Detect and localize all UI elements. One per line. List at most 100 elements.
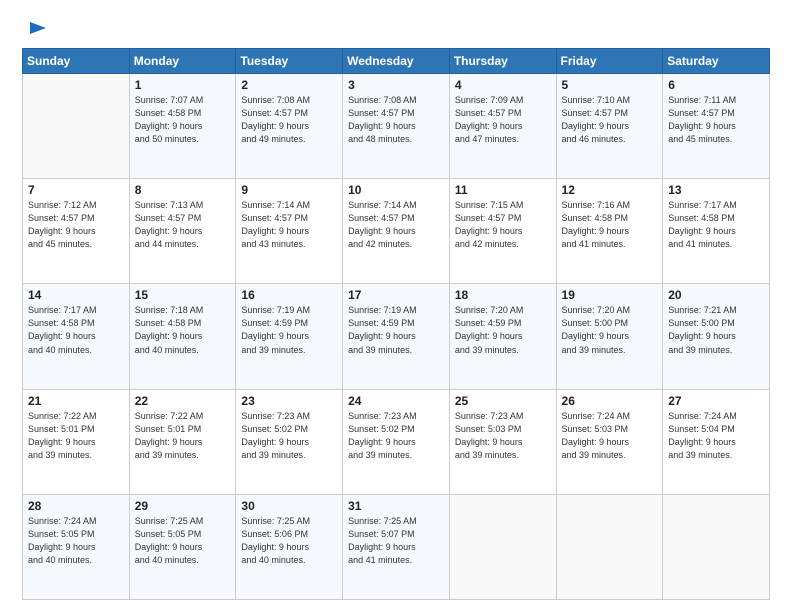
calendar-cell: 17 Sunrise: 7:19 AM Sunset: 4:59 PM Dayli… bbox=[343, 284, 450, 389]
calendar-cell: 21Sunrise: 7:22 AM Sunset: 5:01 PM Dayli… bbox=[23, 389, 130, 494]
calendar-cell: 14 Sunrise: 7:17 AM Sunset: 4:58 PM Dayli… bbox=[23, 284, 130, 389]
calendar-cell: 1Sunrise: 7:07 AM Sunset: 4:58 PM Daylig… bbox=[129, 74, 236, 179]
day-info: Sunrise: 7:22 AM Sunset: 5:01 PM Dayligh… bbox=[135, 410, 231, 462]
day-number: 22 bbox=[135, 394, 231, 408]
calendar-cell: 23Sunrise: 7:23 AM Sunset: 5:02 PM Dayli… bbox=[236, 389, 343, 494]
calendar-header-row: SundayMondayTuesdayWednesdayThursdayFrid… bbox=[23, 49, 770, 74]
calendar-week-row: 28Sunrise: 7:24 AM Sunset: 5:05 PM Dayli… bbox=[23, 494, 770, 599]
weekday-header: Wednesday bbox=[343, 49, 450, 74]
calendar-cell: 5Sunrise: 7:10 AM Sunset: 4:57 PM Daylig… bbox=[556, 74, 663, 179]
day-info: Sunrise: 7:13 AM Sunset: 4:57 PM Dayligh… bbox=[135, 199, 231, 251]
calendar-cell: 3 Sunrise: 7:08 AM Sunset: 4:57 PM Daylig… bbox=[343, 74, 450, 179]
calendar-cell: 10 Sunrise: 7:14 AM Sunset: 4:57 PM Dayli… bbox=[343, 179, 450, 284]
day-info: Sunrise: 7:19 AM Sunset: 4:59 PM Dayligh… bbox=[348, 304, 444, 356]
calendar-cell: 18 Sunrise: 7:20 AM Sunset: 4:59 PM Dayli… bbox=[449, 284, 556, 389]
day-info: Sunrise: 7:21 AM Sunset: 5:00 PM Dayligh… bbox=[668, 304, 764, 356]
calendar-cell: 22 Sunrise: 7:22 AM Sunset: 5:01 PM Dayli… bbox=[129, 389, 236, 494]
day-number: 12 bbox=[562, 183, 658, 197]
day-info: Sunrise: 7:25 AM Sunset: 5:05 PM Dayligh… bbox=[135, 515, 231, 567]
calendar-cell: 20 Sunrise: 7:21 AM Sunset: 5:00 PM Dayli… bbox=[663, 284, 770, 389]
day-info: Sunrise: 7:14 AM Sunset: 4:57 PM Dayligh… bbox=[241, 199, 337, 251]
calendar-cell: 31 Sunrise: 7:25 AM Sunset: 5:07 PM Dayli… bbox=[343, 494, 450, 599]
day-info: Sunrise: 7:24 AM Sunset: 5:04 PM Dayligh… bbox=[668, 410, 764, 462]
day-number: 11 bbox=[455, 183, 551, 197]
calendar-cell bbox=[663, 494, 770, 599]
calendar-cell bbox=[556, 494, 663, 599]
day-info: Sunrise: 7:16 AM Sunset: 4:58 PM Dayligh… bbox=[562, 199, 658, 251]
calendar-cell: 9Sunrise: 7:14 AM Sunset: 4:57 PM Daylig… bbox=[236, 179, 343, 284]
day-info: Sunrise: 7:15 AM Sunset: 4:57 PM Dayligh… bbox=[455, 199, 551, 251]
day-info: Sunrise: 7:17 AM Sunset: 4:58 PM Dayligh… bbox=[28, 304, 124, 356]
day-number: 25 bbox=[455, 394, 551, 408]
day-number: 10 bbox=[348, 183, 444, 197]
calendar-week-row: 14 Sunrise: 7:17 AM Sunset: 4:58 PM Dayli… bbox=[23, 284, 770, 389]
weekday-header: Friday bbox=[556, 49, 663, 74]
calendar-cell: 6 Sunrise: 7:11 AM Sunset: 4:57 PM Daylig… bbox=[663, 74, 770, 179]
day-number: 28 bbox=[28, 499, 124, 513]
weekday-header: Saturday bbox=[663, 49, 770, 74]
day-number: 4 bbox=[455, 78, 551, 92]
day-number: 29 bbox=[135, 499, 231, 513]
day-info: Sunrise: 7:09 AM Sunset: 4:57 PM Dayligh… bbox=[455, 94, 551, 146]
calendar-cell bbox=[23, 74, 130, 179]
day-info: Sunrise: 7:14 AM Sunset: 4:57 PM Dayligh… bbox=[348, 199, 444, 251]
calendar-cell: 11 Sunrise: 7:15 AM Sunset: 4:57 PM Dayli… bbox=[449, 179, 556, 284]
day-number: 23 bbox=[241, 394, 337, 408]
calendar-cell: 28Sunrise: 7:24 AM Sunset: 5:05 PM Dayli… bbox=[23, 494, 130, 599]
calendar-week-row: 7 Sunrise: 7:12 AM Sunset: 4:57 PM Daylig… bbox=[23, 179, 770, 284]
calendar-cell: 4 Sunrise: 7:09 AM Sunset: 4:57 PM Daylig… bbox=[449, 74, 556, 179]
calendar-cell bbox=[449, 494, 556, 599]
day-number: 26 bbox=[562, 394, 658, 408]
day-info: Sunrise: 7:20 AM Sunset: 4:59 PM Dayligh… bbox=[455, 304, 551, 356]
day-number: 15 bbox=[135, 288, 231, 302]
day-info: Sunrise: 7:11 AM Sunset: 4:57 PM Dayligh… bbox=[668, 94, 764, 146]
day-number: 20 bbox=[668, 288, 764, 302]
calendar-cell: 30 Sunrise: 7:25 AM Sunset: 5:06 PM Dayli… bbox=[236, 494, 343, 599]
header bbox=[22, 18, 770, 38]
calendar-week-row: 21Sunrise: 7:22 AM Sunset: 5:01 PM Dayli… bbox=[23, 389, 770, 494]
day-number: 2 bbox=[241, 78, 337, 92]
day-info: Sunrise: 7:23 AM Sunset: 5:03 PM Dayligh… bbox=[455, 410, 551, 462]
calendar-table: SundayMondayTuesdayWednesdayThursdayFrid… bbox=[22, 48, 770, 600]
day-number: 7 bbox=[28, 183, 124, 197]
day-number: 24 bbox=[348, 394, 444, 408]
day-info: Sunrise: 7:25 AM Sunset: 5:06 PM Dayligh… bbox=[241, 515, 337, 567]
calendar-cell: 8Sunrise: 7:13 AM Sunset: 4:57 PM Daylig… bbox=[129, 179, 236, 284]
calendar-cell: 24 Sunrise: 7:23 AM Sunset: 5:02 PM Dayli… bbox=[343, 389, 450, 494]
calendar-cell: 13 Sunrise: 7:17 AM Sunset: 4:58 PM Dayli… bbox=[663, 179, 770, 284]
calendar-cell: 2 Sunrise: 7:08 AM Sunset: 4:57 PM Daylig… bbox=[236, 74, 343, 179]
day-number: 6 bbox=[668, 78, 764, 92]
page: SundayMondayTuesdayWednesdayThursdayFrid… bbox=[0, 0, 792, 612]
logo-arrow-icon bbox=[28, 18, 48, 38]
day-number: 19 bbox=[562, 288, 658, 302]
day-info: Sunrise: 7:07 AM Sunset: 4:58 PM Dayligh… bbox=[135, 94, 231, 146]
day-info: Sunrise: 7:24 AM Sunset: 5:03 PM Dayligh… bbox=[562, 410, 658, 462]
calendar-cell: 27 Sunrise: 7:24 AM Sunset: 5:04 PM Dayli… bbox=[663, 389, 770, 494]
day-info: Sunrise: 7:19 AM Sunset: 4:59 PM Dayligh… bbox=[241, 304, 337, 356]
day-info: Sunrise: 7:17 AM Sunset: 4:58 PM Dayligh… bbox=[668, 199, 764, 251]
day-info: Sunrise: 7:08 AM Sunset: 4:57 PM Dayligh… bbox=[348, 94, 444, 146]
day-number: 5 bbox=[562, 78, 658, 92]
day-info: Sunrise: 7:25 AM Sunset: 5:07 PM Dayligh… bbox=[348, 515, 444, 567]
calendar-cell: 26 Sunrise: 7:24 AM Sunset: 5:03 PM Dayli… bbox=[556, 389, 663, 494]
calendar-cell: 7 Sunrise: 7:12 AM Sunset: 4:57 PM Daylig… bbox=[23, 179, 130, 284]
calendar-cell: 15Sunrise: 7:18 AM Sunset: 4:58 PM Dayli… bbox=[129, 284, 236, 389]
day-info: Sunrise: 7:08 AM Sunset: 4:57 PM Dayligh… bbox=[241, 94, 337, 146]
day-number: 3 bbox=[348, 78, 444, 92]
calendar-cell: 12 Sunrise: 7:16 AM Sunset: 4:58 PM Dayli… bbox=[556, 179, 663, 284]
day-number: 14 bbox=[28, 288, 124, 302]
day-number: 13 bbox=[668, 183, 764, 197]
day-info: Sunrise: 7:22 AM Sunset: 5:01 PM Dayligh… bbox=[28, 410, 124, 462]
logo bbox=[22, 18, 48, 38]
weekday-header: Sunday bbox=[23, 49, 130, 74]
calendar-cell: 19Sunrise: 7:20 AM Sunset: 5:00 PM Dayli… bbox=[556, 284, 663, 389]
day-info: Sunrise: 7:12 AM Sunset: 4:57 PM Dayligh… bbox=[28, 199, 124, 251]
day-number: 17 bbox=[348, 288, 444, 302]
day-number: 27 bbox=[668, 394, 764, 408]
day-number: 31 bbox=[348, 499, 444, 513]
day-number: 30 bbox=[241, 499, 337, 513]
day-info: Sunrise: 7:23 AM Sunset: 5:02 PM Dayligh… bbox=[348, 410, 444, 462]
calendar-week-row: 1Sunrise: 7:07 AM Sunset: 4:58 PM Daylig… bbox=[23, 74, 770, 179]
day-number: 18 bbox=[455, 288, 551, 302]
calendar-cell: 16Sunrise: 7:19 AM Sunset: 4:59 PM Dayli… bbox=[236, 284, 343, 389]
